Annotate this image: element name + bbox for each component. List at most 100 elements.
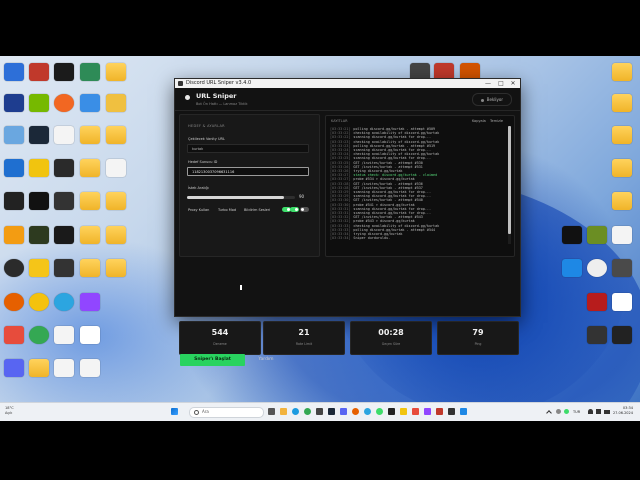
desktop-app-icon[interactable] — [4, 63, 24, 81]
window-titlebar[interactable]: Discord URL Sniper v3.4.0 — □ ✕ — [175, 79, 520, 88]
clock[interactable]: 03:34 27.06.2024 — [613, 406, 633, 416]
folder-icon[interactable] — [80, 159, 100, 177]
folder-icon[interactable] — [612, 94, 632, 112]
desktop-app-icon[interactable] — [80, 94, 100, 112]
tray-app-icon[interactable] — [564, 409, 569, 414]
folder-icon[interactable] — [612, 159, 632, 177]
taskbar-app-icon[interactable] — [400, 408, 407, 415]
folder-icon[interactable] — [612, 63, 632, 81]
folder-icon[interactable] — [106, 126, 126, 144]
edge-icon[interactable] — [292, 408, 299, 415]
desktop-app-icon[interactable] — [587, 259, 607, 277]
folder-icon[interactable] — [29, 359, 49, 377]
desktop-app-icon[interactable] — [4, 359, 24, 377]
store-icon[interactable] — [316, 408, 323, 415]
taskbar-app-icon[interactable] — [364, 408, 371, 415]
desktop-app-icon[interactable] — [4, 293, 24, 311]
desktop-app-icon[interactable] — [612, 293, 632, 311]
desktop-app-icon[interactable] — [80, 326, 100, 344]
folder-icon[interactable] — [106, 63, 126, 81]
desktop-app-icon[interactable] — [4, 94, 24, 112]
file-icon[interactable] — [54, 326, 74, 344]
desktop-app-icon[interactable] — [29, 63, 49, 81]
help-button[interactable]: Yardım — [251, 354, 281, 366]
file-icon[interactable] — [612, 226, 632, 244]
weather-widget[interactable]: 18°C Açık — [5, 406, 14, 416]
server-id-input[interactable]: 1182130037096631116 — [187, 167, 309, 176]
desktop-app-icon[interactable] — [54, 63, 74, 81]
taskbar-app-icon[interactable] — [448, 408, 455, 415]
desktop-app-icon[interactable] — [29, 326, 49, 344]
folder-icon[interactable] — [612, 192, 632, 210]
desktop-app-icon[interactable] — [587, 293, 607, 311]
taskbar-app-icon[interactable] — [436, 408, 443, 415]
desktop-app-icon[interactable] — [29, 293, 49, 311]
folder-icon[interactable] — [80, 259, 100, 277]
battery-icon[interactable] — [604, 410, 610, 414]
desktop-app-icon[interactable] — [54, 94, 74, 112]
wifi-icon[interactable] — [588, 409, 593, 414]
desktop-app-icon[interactable] — [80, 63, 100, 81]
start-sniper-button[interactable]: Sniper'ı Başlat — [180, 354, 245, 366]
desktop-app-icon[interactable] — [106, 94, 126, 112]
folder-icon[interactable] — [80, 226, 100, 244]
desktop-app-icon[interactable] — [562, 226, 582, 244]
notify-toggle[interactable] — [300, 207, 309, 212]
taskbar-app-icon[interactable] — [388, 408, 395, 415]
taskbar-app-icon[interactable] — [376, 408, 383, 415]
log-scrollbar[interactable] — [508, 126, 511, 244]
desktop-app-icon[interactable] — [612, 326, 632, 344]
desktop-app-icon[interactable] — [54, 226, 74, 244]
taskbar-app-icon[interactable] — [460, 408, 467, 415]
chrome-icon[interactable] — [304, 408, 311, 415]
desktop-app-icon[interactable] — [4, 226, 24, 244]
desktop-app-icon[interactable] — [4, 159, 24, 177]
taskbar-app-icon[interactable] — [328, 408, 335, 415]
taskbar-app-icon[interactable] — [424, 408, 431, 415]
desktop-app-icon[interactable] — [29, 226, 49, 244]
file-icon[interactable] — [106, 159, 126, 177]
file-explorer-icon[interactable] — [280, 408, 287, 415]
clear-log-button[interactable]: Temizle — [490, 119, 503, 123]
volume-icon[interactable] — [596, 409, 601, 414]
desktop-app-icon[interactable] — [29, 259, 49, 277]
desktop-app-icon[interactable] — [612, 259, 632, 277]
language-indicator[interactable]: TUR — [573, 410, 580, 414]
desktop-app-icon[interactable] — [54, 293, 74, 311]
taskbar-search[interactable]: Ara — [189, 407, 264, 418]
taskbar-app-icon[interactable] — [340, 408, 347, 415]
folder-icon[interactable] — [80, 192, 100, 210]
desktop-app-icon[interactable] — [4, 326, 24, 344]
minimize-button[interactable]: — — [482, 79, 494, 88]
maximize-button[interactable]: □ — [495, 79, 507, 88]
copy-log-button[interactable]: Kopyala — [472, 119, 486, 123]
file-icon[interactable] — [54, 359, 74, 377]
desktop-app-icon[interactable] — [29, 192, 49, 210]
desktop-app-icon[interactable] — [4, 192, 24, 210]
task-view-icon[interactable] — [268, 408, 275, 415]
folder-icon[interactable] — [106, 192, 126, 210]
log-scrollbar-thumb[interactable] — [508, 126, 511, 234]
vanity-url-input[interactable]: kurtak — [187, 144, 309, 153]
desktop-app-icon[interactable] — [80, 293, 100, 311]
file-icon[interactable] — [80, 359, 100, 377]
desktop-app-icon[interactable] — [54, 192, 74, 210]
folder-icon[interactable] — [612, 126, 632, 144]
taskbar-app-icon[interactable] — [352, 408, 359, 415]
file-icon[interactable] — [54, 126, 74, 144]
folder-icon[interactable] — [106, 259, 126, 277]
close-button[interactable]: ✕ — [507, 79, 519, 88]
desktop-app-icon[interactable] — [587, 226, 607, 244]
desktop-app-icon[interactable] — [29, 126, 49, 144]
desktop-app-icon[interactable] — [29, 159, 49, 177]
desktop-app-icon[interactable] — [54, 259, 74, 277]
desktop-app-icon[interactable] — [54, 159, 74, 177]
desktop-app-icon[interactable] — [562, 259, 582, 277]
tray-app-icon[interactable] — [556, 409, 561, 414]
interval-slider[interactable] — [187, 196, 295, 199]
taskbar-app-icon[interactable] — [412, 408, 419, 415]
desktop-app-icon[interactable] — [587, 326, 607, 344]
desktop-app-icon[interactable] — [29, 94, 49, 112]
folder-icon[interactable] — [80, 126, 100, 144]
turbo-toggle[interactable] — [290, 207, 299, 212]
